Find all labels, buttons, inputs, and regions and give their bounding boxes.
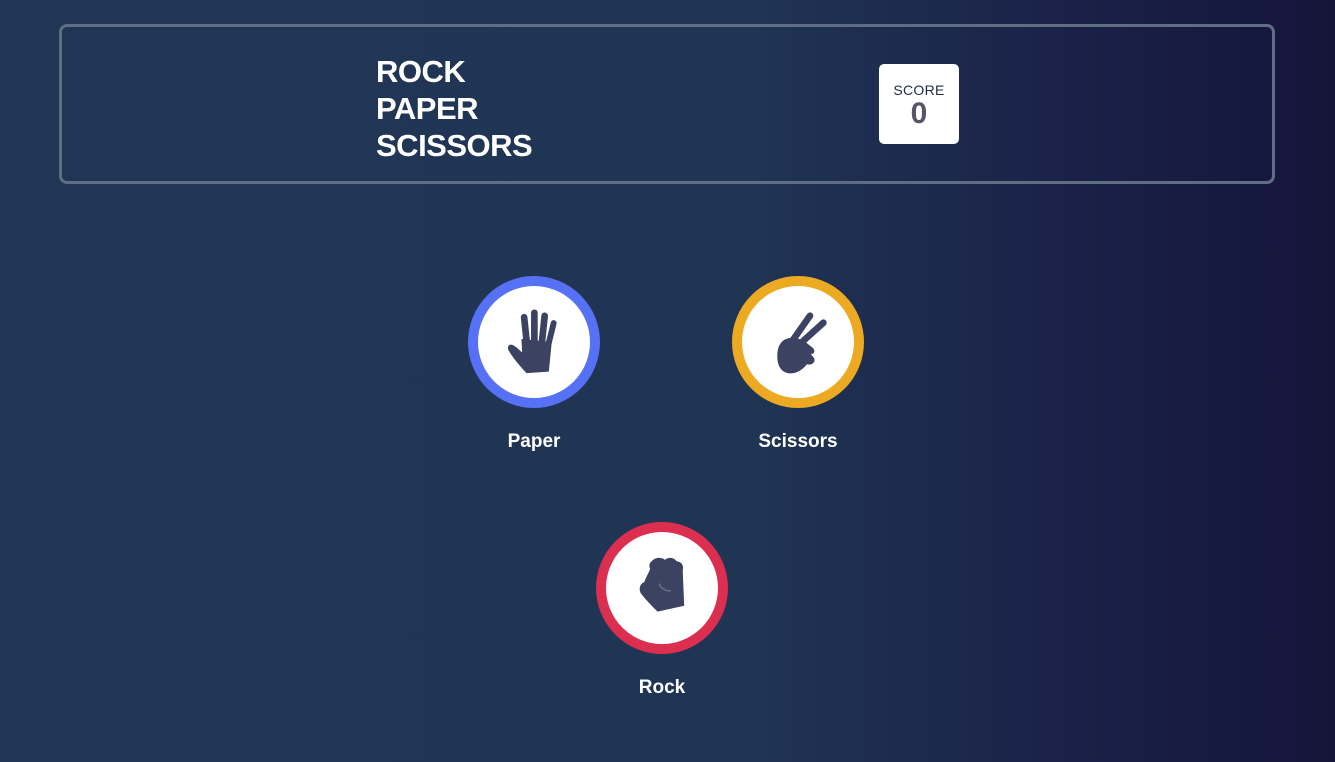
title-line-rock: ROCK (376, 54, 466, 89)
rock-label: Rock (638, 677, 686, 698)
title-line-paper: PAPER (376, 91, 479, 126)
rock-choice-button[interactable]: Rock (592, 522, 732, 700)
scissors-hand-icon (777, 312, 827, 374)
scissors-token[interactable] (732, 276, 864, 408)
title-line-scissors: SCISSORS (376, 128, 533, 163)
paper-token[interactable] (468, 276, 600, 408)
paper-choice-button[interactable]: Paper (464, 276, 604, 454)
score-label: SCORE (893, 82, 945, 98)
rock-token[interactable] (596, 522, 728, 654)
scissors-label: Scissors (758, 431, 838, 452)
paper-hand-icon (507, 309, 557, 374)
score-value: 0 (910, 97, 928, 130)
rock-fist-icon (639, 557, 685, 612)
game-title: ROCK PAPER SCISSORS (376, 53, 533, 164)
scissors-choice-button[interactable]: Scissors (728, 276, 868, 454)
score-box: SCORE 0 (879, 64, 959, 144)
paper-label: Paper (507, 431, 561, 452)
game-header: ROCK PAPER SCISSORS SCORE 0 (59, 24, 1275, 184)
